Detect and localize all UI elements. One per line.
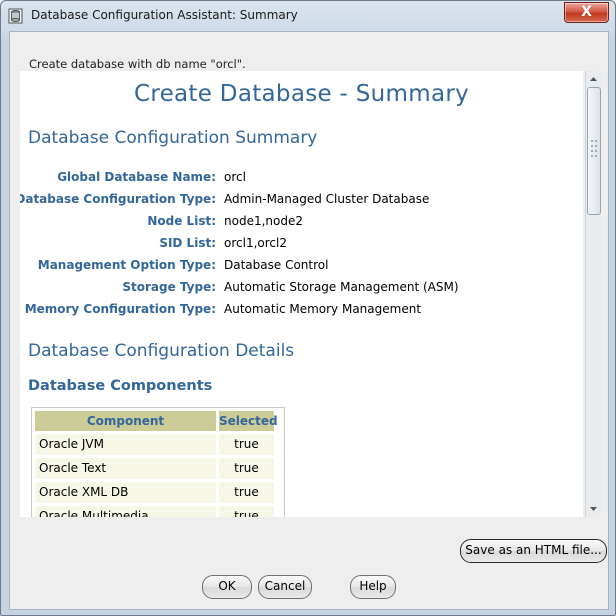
field-label: Node List: (147, 214, 216, 228)
field-value: Automatic Memory Management (224, 302, 422, 316)
component-selected-cell: true (219, 458, 274, 479)
config-summary-heading: Database Configuration Summary (28, 128, 318, 148)
component-selected-cell: true (219, 506, 274, 517)
save-as-html-button[interactable]: Save as an HTML file... (460, 539, 607, 563)
field-label: Global Database Name: (57, 170, 216, 184)
main-heading: Create Database - Summary (133, 81, 470, 107)
component-name-cell: Oracle Multimedia (35, 506, 216, 517)
field-value: Admin-Managed Cluster Database (224, 192, 430, 206)
cancel-button[interactable]: Cancel (258, 575, 312, 599)
scroll-up-arrow-icon[interactable] (586, 71, 601, 87)
field-value: orcl1,orcl2 (224, 236, 287, 250)
field-label: Storage Type: (122, 280, 216, 294)
field-value: node1,node2 (224, 214, 303, 228)
details-heading: Database Configuration Details (28, 341, 295, 361)
field-label: Management Option Type: (37, 258, 216, 272)
close-button[interactable]: X (564, 2, 609, 23)
scroll-down-arrow-icon[interactable] (586, 501, 601, 517)
column-header-selected: Selected (219, 411, 278, 431)
field-label: Database Configuration Type: (20, 192, 216, 206)
component-selected-cell: true (219, 434, 274, 455)
close-icon: X (581, 4, 592, 20)
ok-button[interactable]: OK (202, 575, 252, 599)
field-row: Memory Configuration Type: Automatic Mem… (20, 302, 583, 320)
window-title: Database Configuration Assistant: Summar… (31, 8, 298, 22)
title-bar[interactable]: Database Configuration Assistant: Summar… (1, 1, 615, 31)
field-value: orcl (224, 170, 246, 184)
field-value: Automatic Storage Management (ASM) (224, 280, 459, 294)
field-row: Storage Type: Automatic Storage Manageme… (20, 280, 583, 298)
field-row: Global Database Name: orcl (20, 170, 583, 188)
components-table: Component Selected Oracle JVM true Oracl… (31, 407, 285, 517)
column-header-component: Component (35, 411, 216, 431)
component-name-cell: Oracle Text (35, 458, 216, 479)
component-selected-cell: true (219, 482, 274, 503)
scrollbar-thumb[interactable] (587, 87, 601, 215)
field-label: Memory Configuration Type: (24, 302, 216, 316)
components-heading: Database Components (28, 378, 213, 394)
field-row: Database Configuration Type: Admin-Manag… (20, 192, 583, 210)
summary-pane: Create Database - Summary Database Confi… (20, 71, 583, 517)
field-row: Node List: node1,node2 (20, 214, 583, 232)
field-value: Database Control (224, 258, 329, 272)
vertical-scrollbar[interactable] (585, 71, 601, 517)
field-row: SID List: orcl1,orcl2 (20, 236, 583, 254)
field-label: SID List: (159, 236, 216, 250)
database-icon (8, 8, 23, 24)
header-message: Create database with db name "orcl". (29, 57, 246, 71)
component-name-cell: Oracle XML DB (35, 482, 216, 503)
help-button[interactable]: Help (350, 575, 396, 599)
dialog-content: Create database with db name "orcl". Cre… (9, 31, 609, 610)
grip-icon (591, 140, 597, 157)
dialog-window: Database Configuration Assistant: Summar… (0, 0, 616, 616)
component-name-cell: Oracle JVM (35, 434, 216, 455)
field-row: Management Option Type: Database Control (20, 258, 583, 276)
